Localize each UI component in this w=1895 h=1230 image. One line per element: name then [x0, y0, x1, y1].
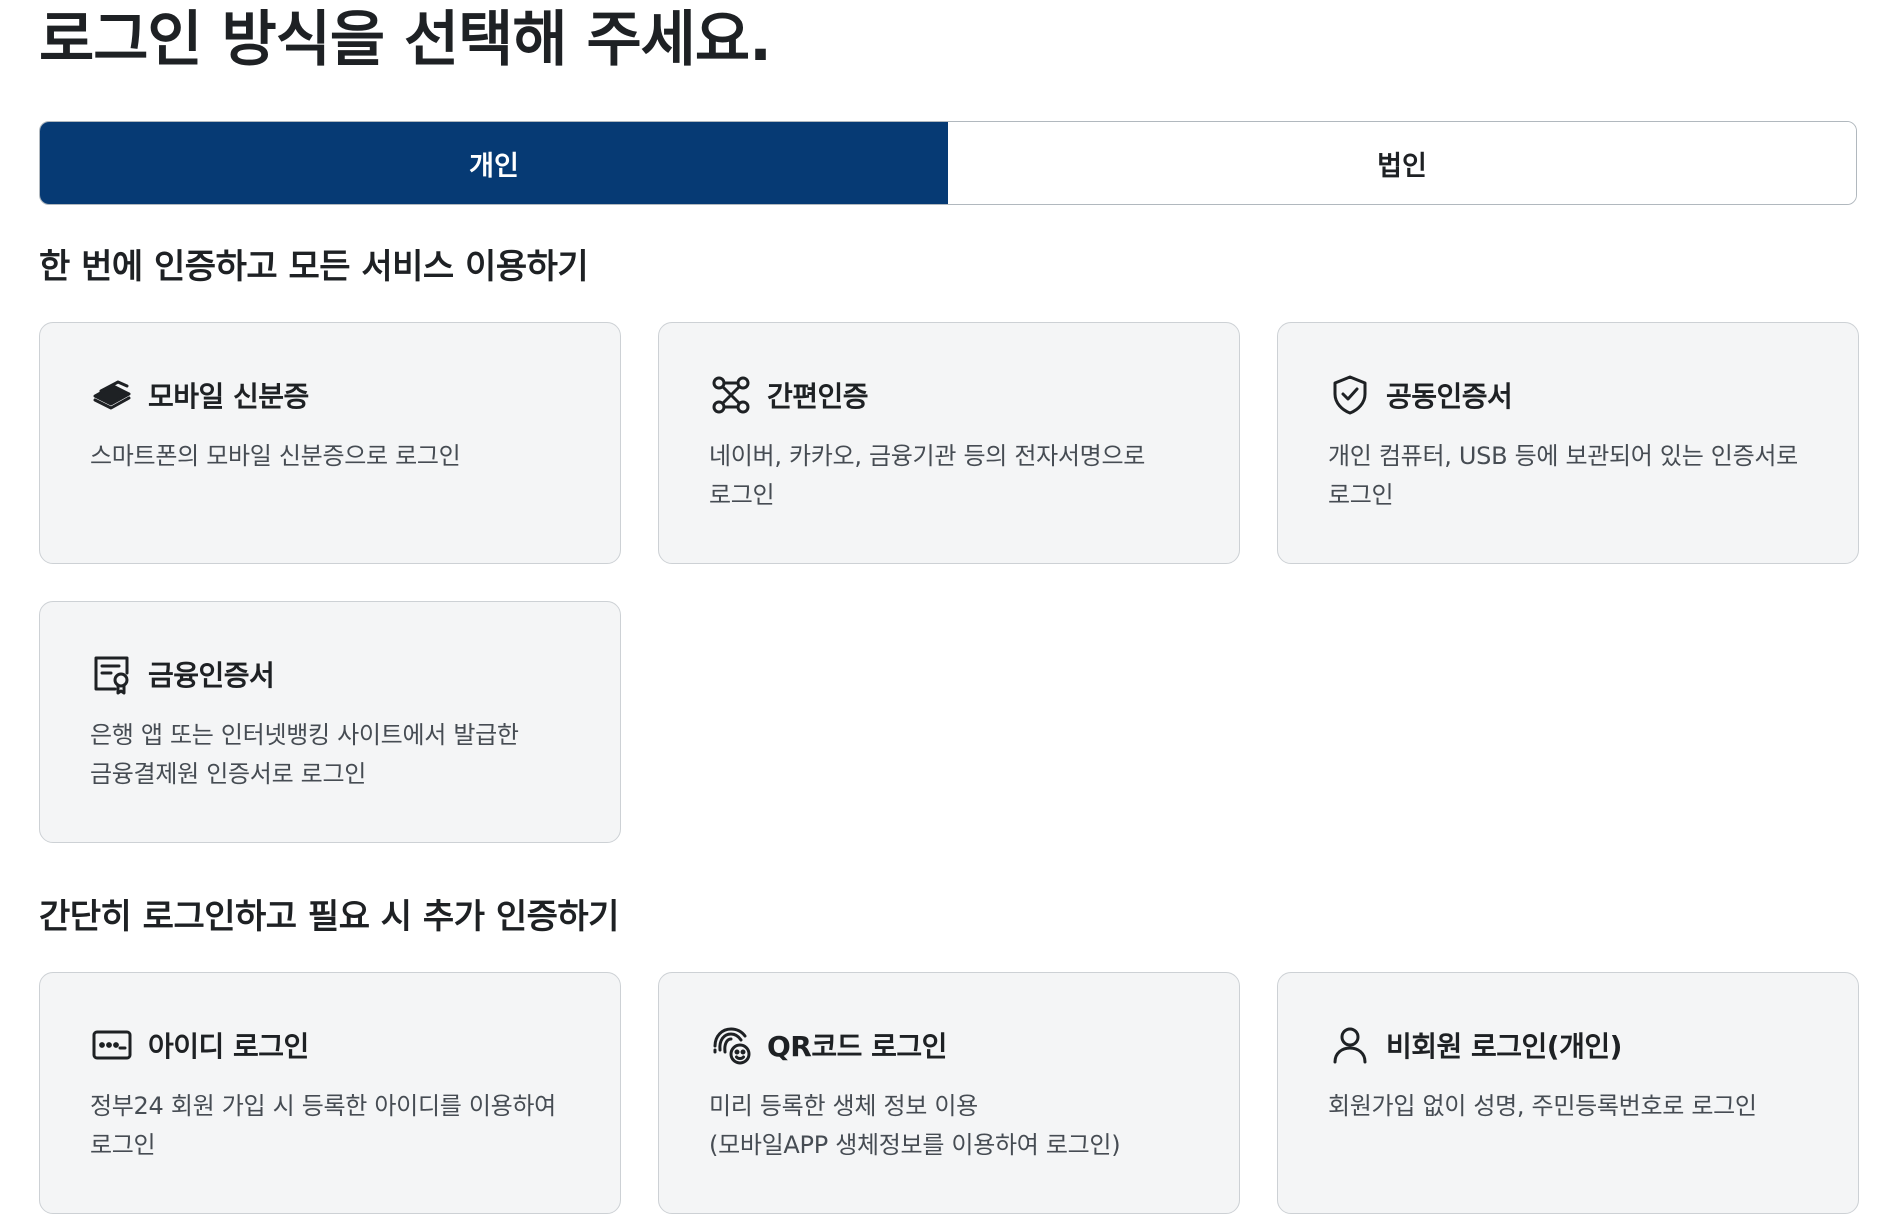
section-title-certified: 한 번에 인증하고 모든 서비스 이용하기 [39, 247, 589, 287]
card-title: QR코드 로그인 [767, 1030, 947, 1063]
shield-check-icon [1328, 373, 1372, 417]
card-description: 정부24 회원 가입 시 등록한 아이디를 이용하여 로그인 [90, 1092, 556, 1159]
card-header: 비회원 로그인(개인) [1328, 1023, 1622, 1067]
card-simple-auth[interactable]: 간편인증 네이버, 카카오, 금융기관 등의 전자서명으로 로그인 [658, 322, 1240, 564]
card-mobile-id[interactable]: 모바일 신분증 스마트폰의 모바일 신분증으로 로그인 [39, 322, 621, 564]
card-description: 미리 등록한 생체 정보 이용 (모바일APP 생체정보를 이용하여 로그인) [709, 1092, 1121, 1159]
card-description: 네이버, 카카오, 금융기관 등의 전자서명으로 로그인 [709, 442, 1146, 509]
card-header: QR코드 로그인 [709, 1023, 947, 1067]
section-title-simple: 간단히 로그인하고 필요 시 추가 인증하기 [39, 897, 619, 937]
card-description: 은행 앱 또는 인터넷뱅킹 사이트에서 발급한 금융결제원 인증서로 로그인 [90, 721, 519, 788]
simple-auth-icon [709, 373, 753, 417]
card-header: 금융인증서 [90, 652, 275, 696]
card-header: 간편인증 [709, 373, 869, 417]
card-header: 아이디 로그인 [90, 1023, 309, 1067]
card-description: 스마트폰의 모바일 신분증으로 로그인 [90, 442, 461, 470]
card-header: 공동인증서 [1328, 373, 1513, 417]
id-card-icon [90, 1023, 134, 1067]
card-description: 개인 컴퓨터, USB 등에 보관되어 있는 인증서로 로그인 [1328, 442, 1798, 509]
card-title: 간편인증 [767, 380, 869, 413]
card-guest-login[interactable]: 비회원 로그인(개인) 회원가입 없이 성명, 주민등록번호로 로그인 [1277, 972, 1859, 1214]
card-header: 모바일 신분증 [90, 373, 309, 417]
tab-individual[interactable]: 개인 [40, 122, 948, 204]
card-title: 비회원 로그인(개인) [1386, 1030, 1622, 1063]
card-id-login[interactable]: 아이디 로그인 정부24 회원 가입 시 등록한 아이디를 이용하여 로그인 [39, 972, 621, 1214]
card-title: 아이디 로그인 [148, 1030, 309, 1063]
page-title: 로그인 방식을 선택해 주세요. [39, 5, 772, 75]
login-type-tabs: 개인 법인 [39, 121, 1857, 205]
card-qr-login[interactable]: QR코드 로그인 미리 등록한 생체 정보 이용 (모바일APP 생체정보를 이… [658, 972, 1240, 1214]
tab-corporate[interactable]: 법인 [948, 122, 1856, 204]
card-title: 모바일 신분증 [148, 380, 309, 413]
person-icon [1328, 1023, 1372, 1067]
card-description: 회원가입 없이 성명, 주민등록번호로 로그인 [1328, 1092, 1757, 1120]
card-financial-certificate[interactable]: 금융인증서 은행 앱 또는 인터넷뱅킹 사이트에서 발급한 금융결제원 인증서로… [39, 601, 621, 843]
mobile-id-icon [90, 373, 134, 417]
card-title: 금융인증서 [148, 659, 275, 692]
card-title: 공동인증서 [1386, 380, 1513, 413]
certificate-icon [90, 652, 134, 696]
biometric-icon [709, 1023, 753, 1067]
card-joint-certificate[interactable]: 공동인증서 개인 컴퓨터, USB 등에 보관되어 있는 인증서로 로그인 [1277, 322, 1859, 564]
